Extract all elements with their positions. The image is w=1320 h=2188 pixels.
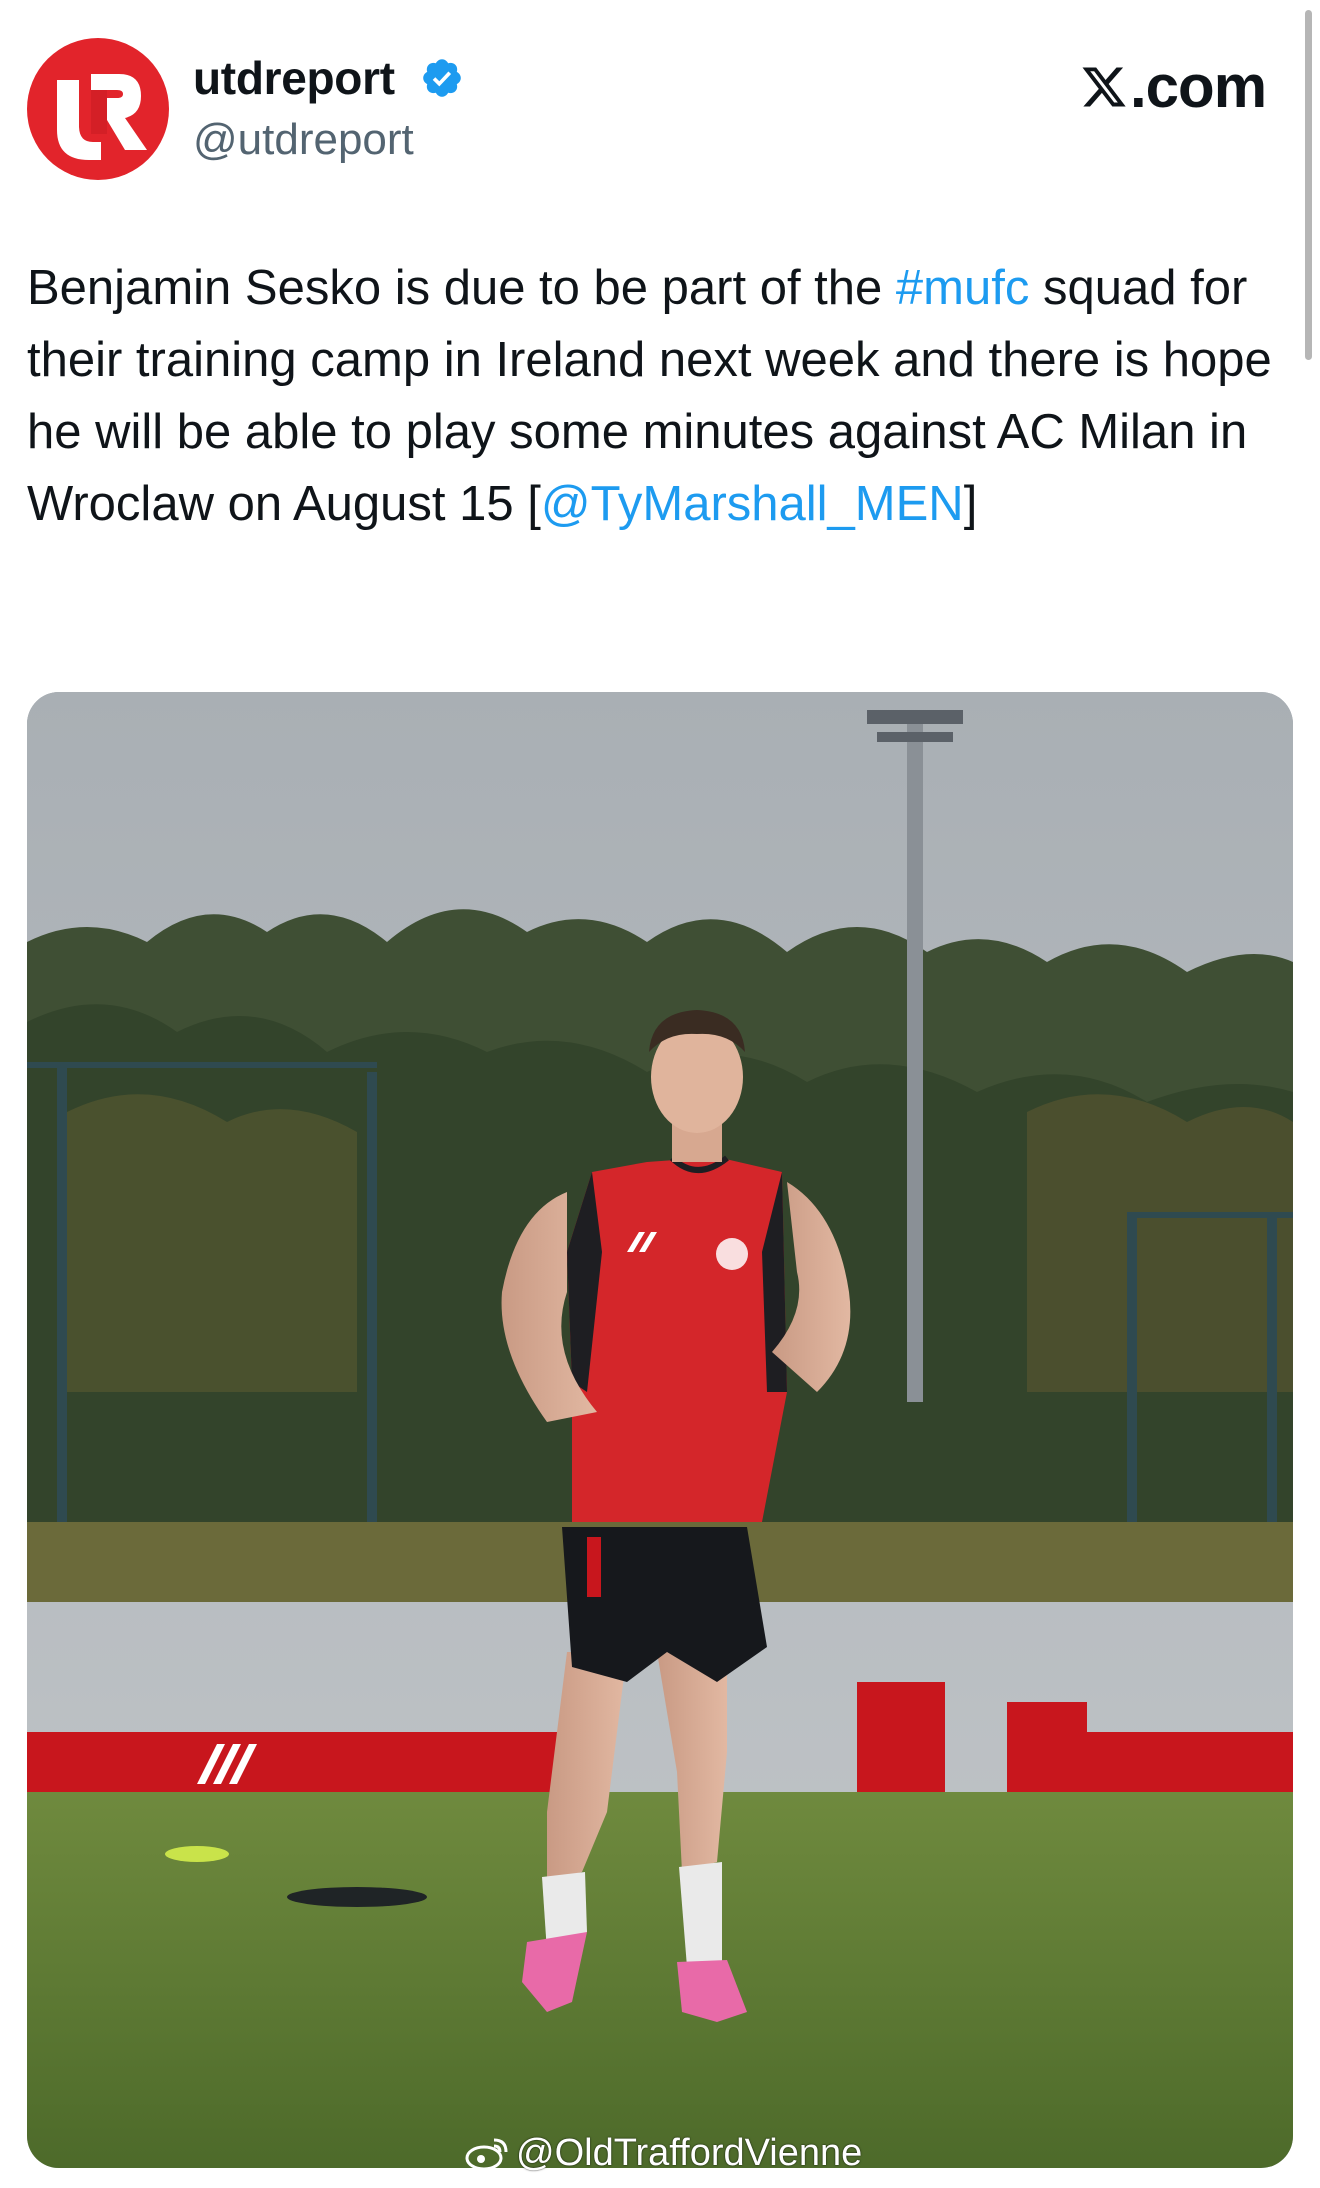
utdreport-logo-icon [27, 38, 169, 180]
x-logo-icon [1082, 67, 1126, 107]
training-photo [27, 692, 1293, 2168]
tweet-photo[interactable] [27, 692, 1293, 2168]
tweet-screenshot: utdreport @utdreport .com Benjamin Sesko… [0, 0, 1320, 2188]
bracket-open: [ [527, 477, 541, 531]
hashtag-link[interactable]: #mufc [896, 261, 1029, 315]
x-com-logo: .com [1080, 52, 1267, 122]
mention-link[interactable]: @TyMarshall_MEN [541, 477, 964, 531]
tweet-text: Benjamin Sesko is due to be part of the … [27, 252, 1287, 540]
weibo-watermark: @OldTraffordVienne [464, 2132, 862, 2175]
verified-badge-icon [423, 59, 461, 97]
watermark-text: @OldTraffordVienne [516, 2132, 863, 2174]
display-name[interactable]: utdreport [193, 48, 395, 108]
user-handle[interactable]: @utdreport [193, 112, 414, 168]
tweet-text-part: Benjamin Sesko is due to be part of the [27, 261, 896, 315]
bracket-close: ] [963, 477, 978, 531]
avatar[interactable] [27, 38, 169, 180]
site-label: .com [1130, 53, 1267, 120]
tweet-header: utdreport @utdreport .com [0, 0, 1320, 200]
weibo-icon [465, 2138, 508, 2170]
scrollbar[interactable] [1305, 10, 1312, 360]
